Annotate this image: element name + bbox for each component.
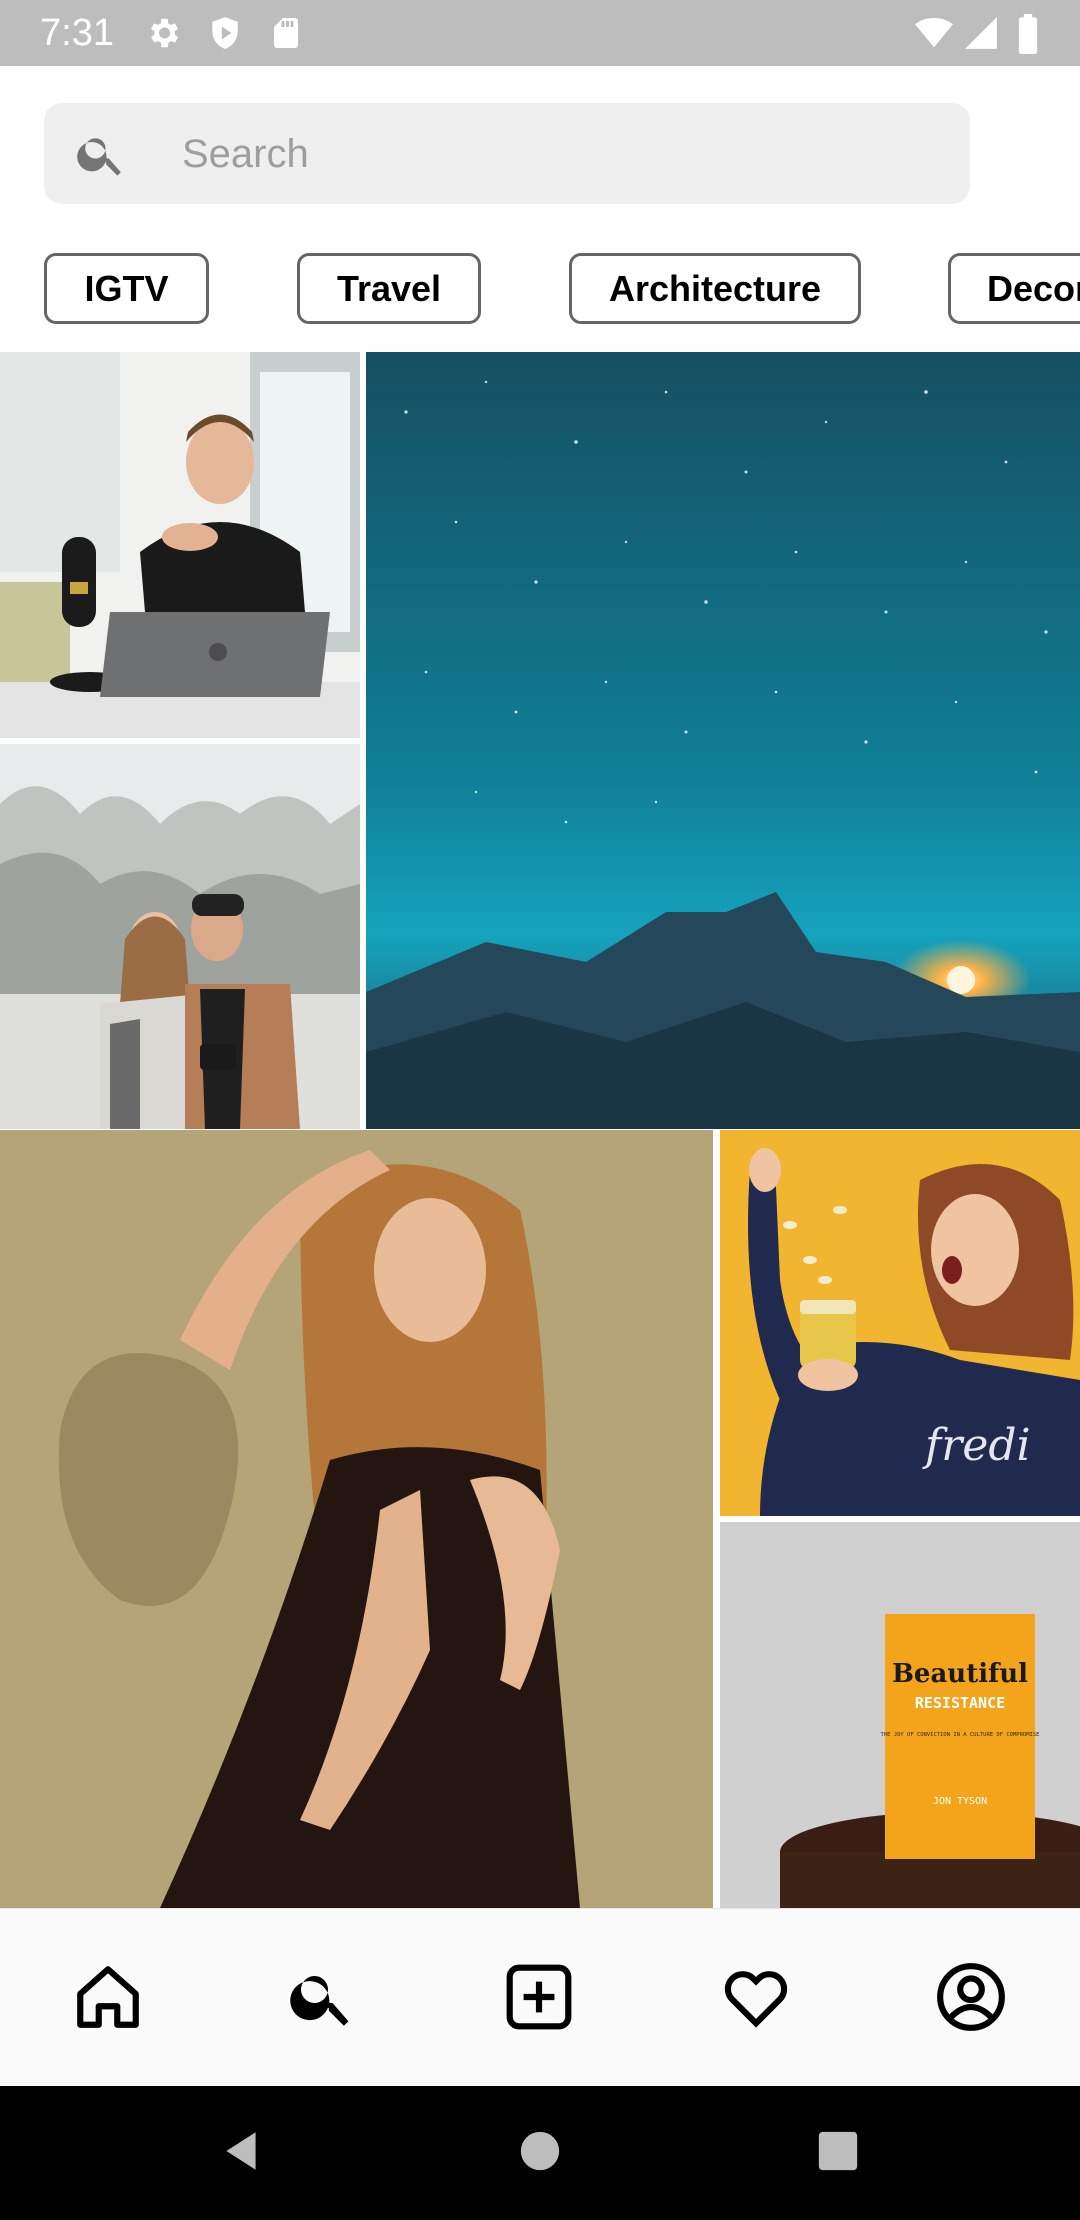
chip-label: IGTV xyxy=(84,267,169,309)
status-bar: 7:31 xyxy=(0,0,1080,66)
status-time: 7:31 xyxy=(40,12,114,54)
home-icon xyxy=(71,1960,145,2039)
gear-icon xyxy=(144,14,182,57)
battery-icon xyxy=(1016,14,1040,59)
nav-home-button[interactable] xyxy=(58,1949,158,2049)
photo-starry-sky-half-dome[interactable] xyxy=(366,352,1080,1129)
profile-icon xyxy=(934,1960,1008,2039)
search-icon xyxy=(74,127,128,186)
signal-icon xyxy=(962,14,1000,57)
photo-couple-in-snow[interactable] xyxy=(0,744,360,1129)
home-circle-icon xyxy=(517,2128,563,2179)
photo-woman-long-hair[interactable] xyxy=(0,1130,713,1908)
sd-card-icon xyxy=(268,14,304,57)
system-back-button[interactable] xyxy=(208,2120,274,2186)
nav-search-button[interactable] xyxy=(272,1949,372,2049)
add-post-icon xyxy=(502,1960,576,2039)
system-home-button[interactable] xyxy=(507,2120,573,2186)
search-input[interactable]: Search xyxy=(44,103,970,204)
play-protect-icon xyxy=(206,14,244,57)
chip-decor[interactable]: Decor xyxy=(948,253,1080,324)
nav-profile-button[interactable] xyxy=(921,1949,1021,2049)
recents-icon xyxy=(815,2128,861,2179)
shirt-text: fredi xyxy=(922,1420,1031,1471)
chip-label: Architecture xyxy=(608,267,822,309)
photo-woman-with-jar[interactable]: fredi xyxy=(720,1130,1080,1516)
chip-travel[interactable]: Travel xyxy=(297,253,481,324)
nav-add-post-button[interactable] xyxy=(489,1949,589,2049)
chip-label: Travel xyxy=(336,267,442,309)
book-tagline: THE JOY OF CONVICTION IN A CULTURE OF CO… xyxy=(881,1732,1040,1738)
system-recents-button[interactable] xyxy=(805,2120,871,2186)
chip-igtv[interactable]: IGTV xyxy=(44,253,209,324)
chip-label: Decor xyxy=(987,267,1080,309)
book-title: Beautiful xyxy=(892,1659,1028,1689)
chip-architecture[interactable]: Architecture xyxy=(569,253,861,324)
nav-activity-button[interactable] xyxy=(706,1949,806,2049)
heart-icon xyxy=(719,1960,793,2039)
back-icon xyxy=(216,2126,266,2181)
photo-man-with-microphone[interactable] xyxy=(0,352,360,738)
search-icon xyxy=(286,1961,358,2038)
book-subtitle: RESISTANCE xyxy=(915,1694,1005,1712)
photo-book-beautiful-resistance[interactable]: Beautiful RESISTANCE THE JOY OF CONVICTI… xyxy=(720,1522,1080,1908)
bottom-nav xyxy=(0,1908,1080,2086)
wifi-icon xyxy=(912,14,956,57)
system-nav-bar xyxy=(0,2086,1080,2220)
search-placeholder: Search xyxy=(182,132,309,176)
book-author: JON TYSON xyxy=(933,1796,987,1807)
